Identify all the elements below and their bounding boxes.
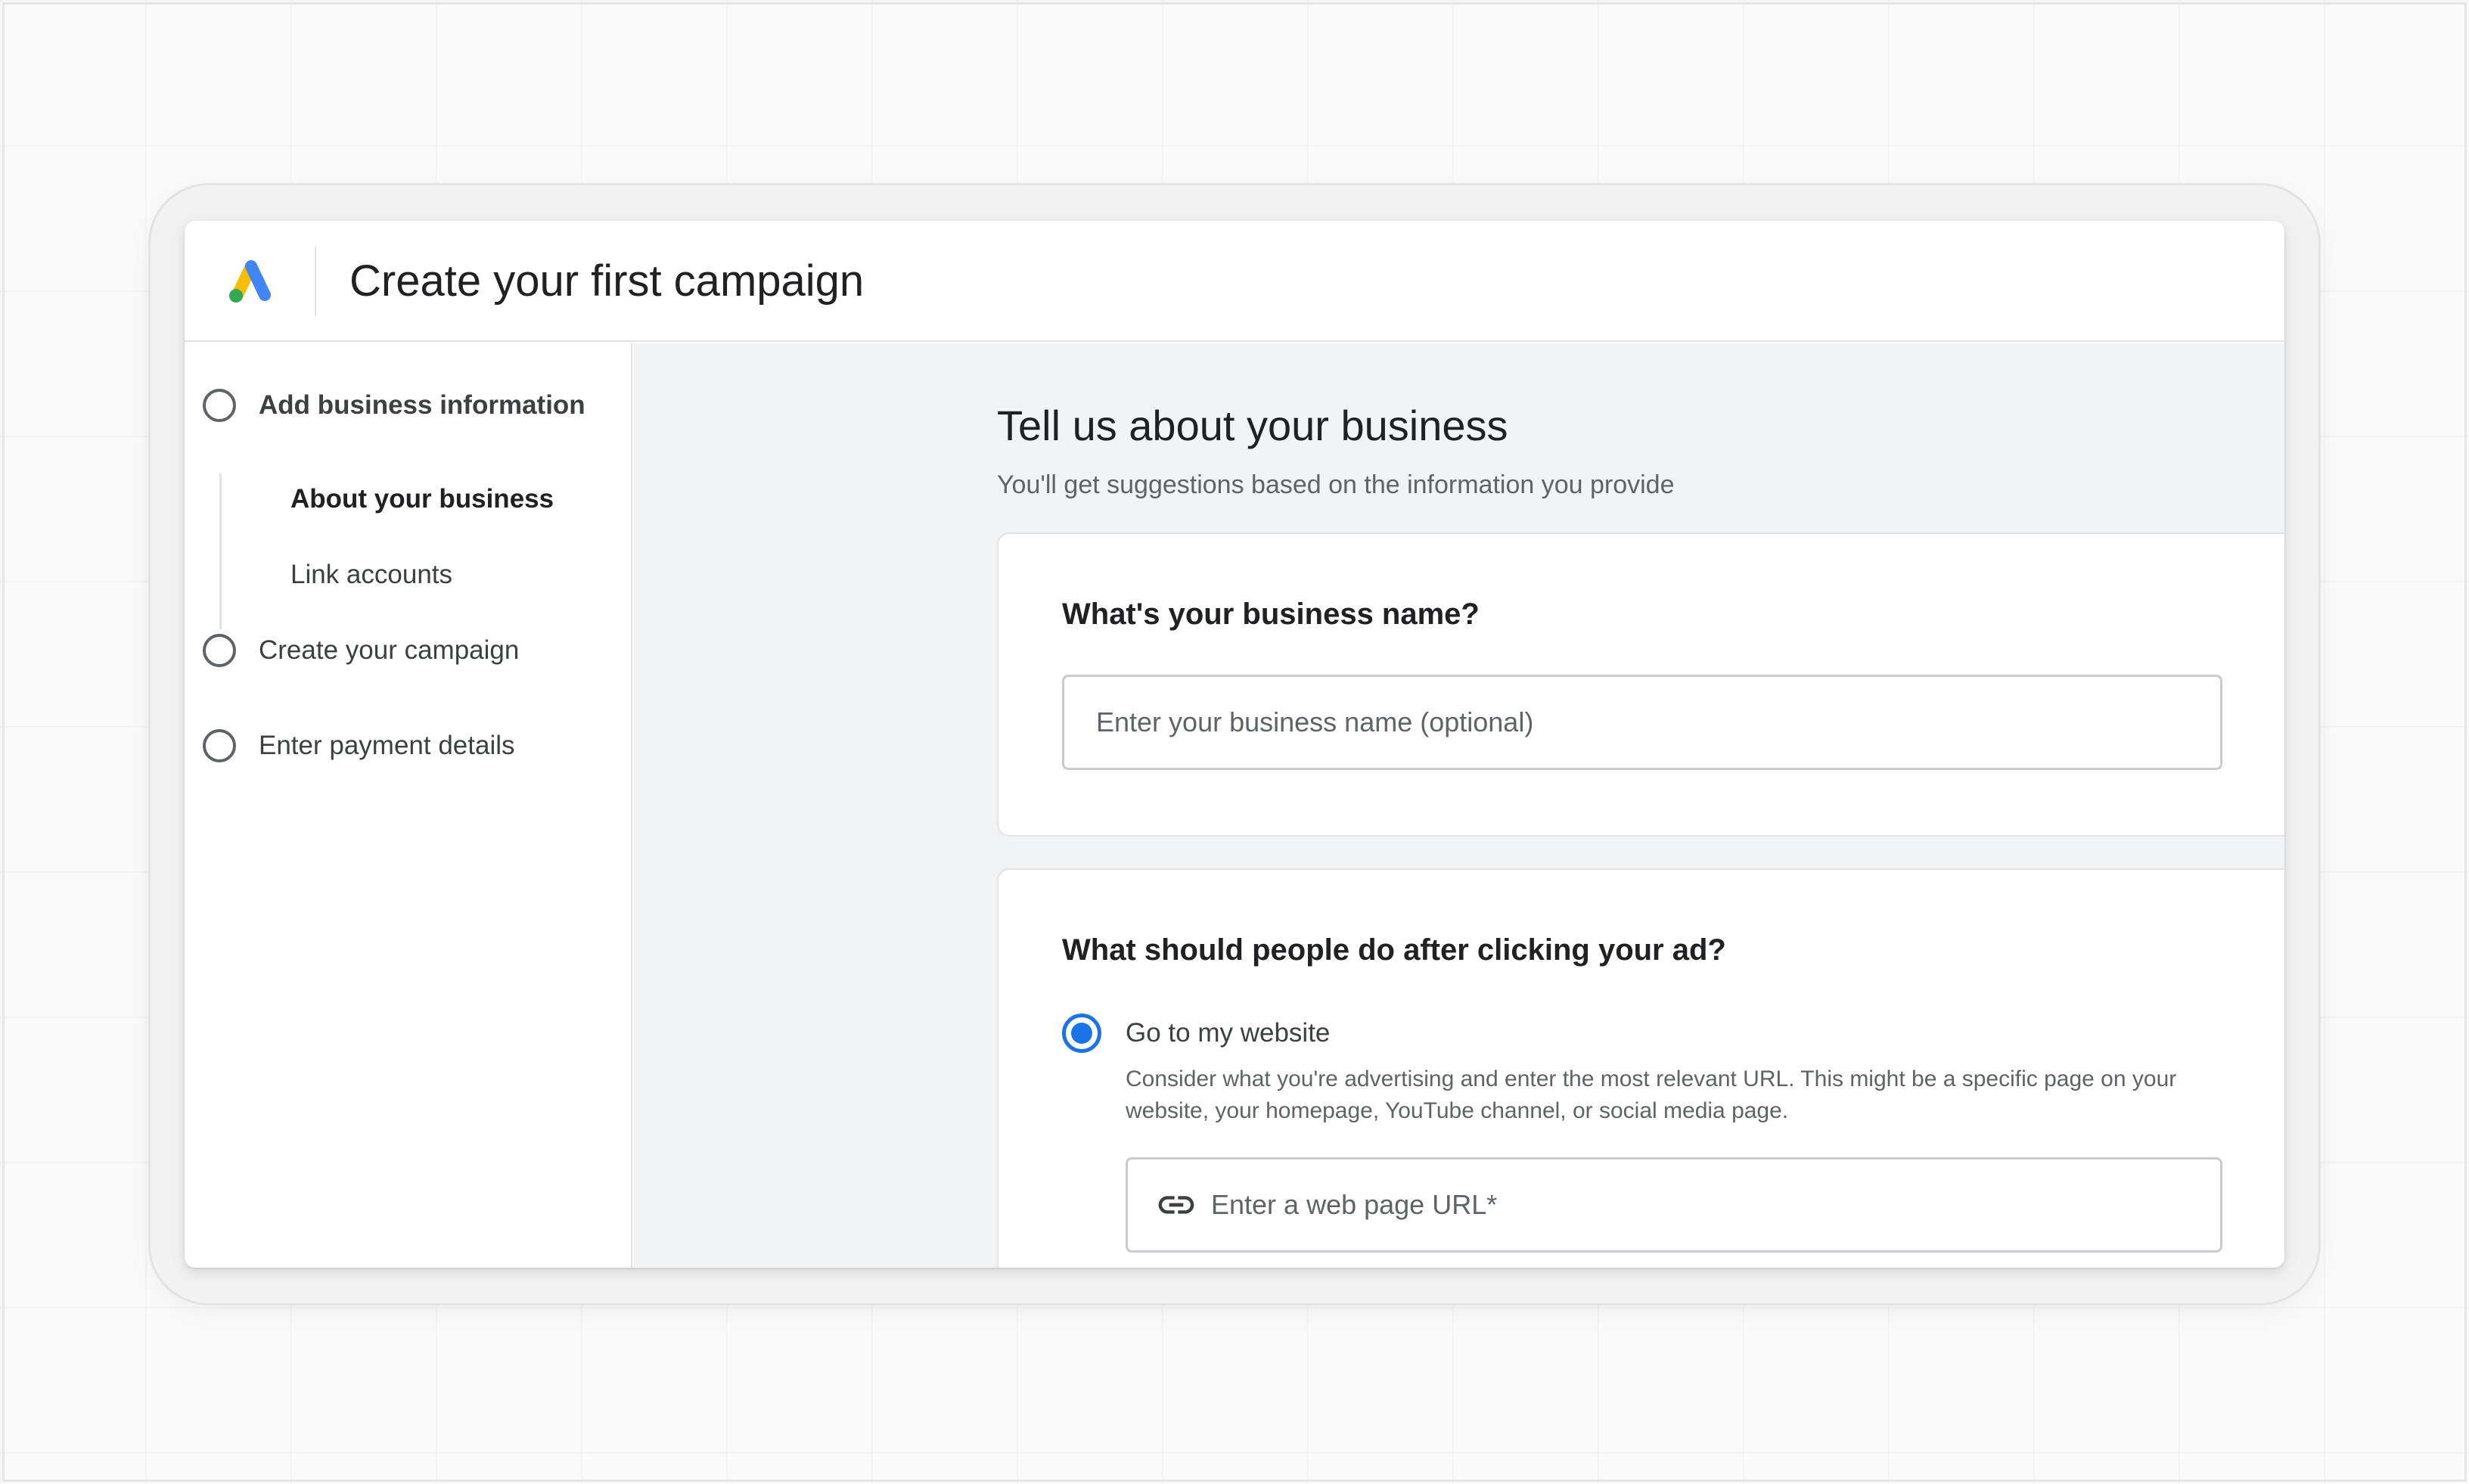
radio-option-description: Consider what you're advertising and ent… bbox=[1126, 1066, 2177, 1123]
sidebar: Add business information About your busi… bbox=[185, 343, 632, 1268]
radio-option-go-to-website[interactable]: Go to my website bbox=[1062, 1014, 1330, 1053]
app-window: Create your first campaign Add business … bbox=[185, 221, 2284, 1268]
radio-option-label: Go to my website bbox=[1126, 1018, 1331, 1048]
after-click-question: What should people do after clicking you… bbox=[1062, 933, 1726, 967]
sidebar-substep-link-accounts[interactable]: Link accounts bbox=[290, 554, 452, 596]
radio-button-selected[interactable] bbox=[1062, 1014, 1101, 1053]
sidebar-step-create-your-campaign[interactable]: Create your campaign bbox=[203, 626, 519, 675]
section-subtitle: You'll get suggestions based on the info… bbox=[997, 470, 1675, 499]
substep-connector-line bbox=[219, 473, 222, 629]
link-icon bbox=[1155, 1184, 1197, 1226]
step-circle-icon bbox=[203, 634, 236, 667]
sidebar-step-enter-payment-details[interactable]: Enter payment details bbox=[203, 722, 515, 770]
sidebar-step-label: Enter payment details bbox=[259, 731, 515, 760]
sidebar-step-label: Add business information bbox=[259, 390, 585, 420]
url-input[interactable] bbox=[1211, 1189, 2194, 1221]
main-content: Tell us about your business You'll get s… bbox=[634, 343, 2284, 1268]
google-ads-logo-icon[interactable] bbox=[222, 254, 277, 309]
top-bar: Create your first campaign bbox=[185, 221, 2284, 342]
sidebar-step-add-business-information[interactable]: Add business information bbox=[203, 381, 585, 430]
business-name-input[interactable] bbox=[1062, 675, 2222, 770]
business-name-card: What's your business name? bbox=[997, 532, 2284, 837]
topbar-divider bbox=[315, 247, 316, 316]
step-circle-icon bbox=[203, 729, 236, 762]
sidebar-substep-about-your-business[interactable]: About your business bbox=[290, 478, 554, 520]
section-title: Tell us about your business bbox=[997, 402, 1508, 449]
sidebar-step-label: Create your campaign bbox=[259, 635, 520, 665]
step-circle-icon bbox=[203, 389, 236, 422]
after-click-card: What should people do after clicking you… bbox=[997, 868, 2284, 1268]
radio-dot bbox=[1071, 1023, 1092, 1044]
business-name-question: What's your business name? bbox=[1062, 598, 1480, 631]
page-title: Create your first campaign bbox=[349, 256, 865, 306]
url-field[interactable] bbox=[1126, 1157, 2222, 1253]
